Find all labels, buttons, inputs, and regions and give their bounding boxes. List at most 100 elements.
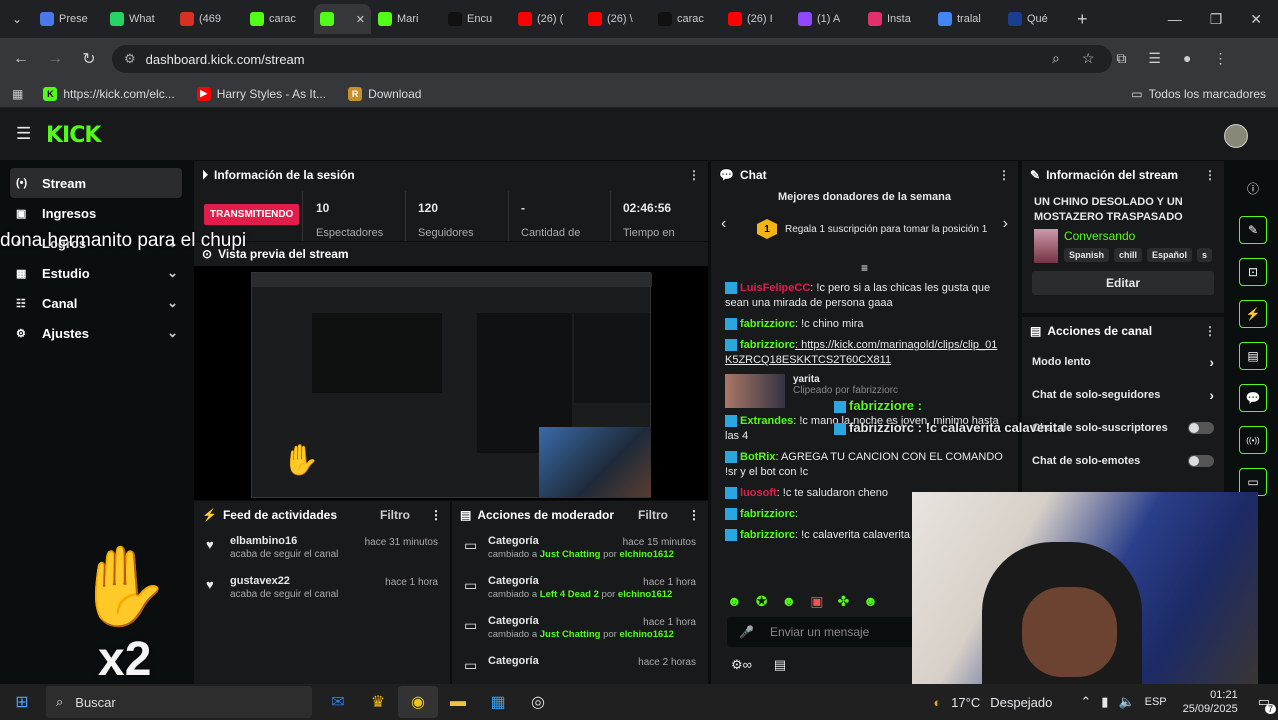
detail-user[interactable]: elchino1612 (618, 589, 672, 600)
browser-tab[interactable]: Encu (442, 4, 511, 34)
outlook-icon[interactable]: ✉ (318, 686, 358, 718)
tag-chip[interactable]: Español (1146, 248, 1192, 262)
emote-icon[interactable]: ☻ (727, 593, 742, 610)
more-icon[interactable]: ⋮ (1204, 324, 1216, 338)
detail-category[interactable]: Left 4 Dead 2 (540, 589, 599, 600)
store-icon[interactable]: ▦ (478, 686, 518, 718)
chat-username[interactable]: LuisFelipeCC (740, 282, 810, 294)
browser-tab[interactable]: What (104, 4, 173, 34)
browser-tab[interactable]: Prese (34, 4, 103, 34)
apps-icon[interactable]: ▦ (12, 87, 23, 101)
close-window-button[interactable]: ✕ (1250, 11, 1262, 28)
detail-category[interactable]: Just Chatting (540, 629, 601, 640)
browser-tab[interactable]: carac (652, 4, 721, 34)
battery-icon[interactable]: ▮ (1101, 694, 1108, 710)
weather-text[interactable]: Despejado (990, 695, 1052, 710)
profile-avatar-icon[interactable]: ● (1183, 50, 1191, 67)
all-bookmarks[interactable]: ▭ Todos los marcadores (1131, 87, 1266, 101)
more-icon[interactable]: ⋮ (688, 508, 700, 522)
trophy-icon[interactable]: ♛ (358, 686, 398, 718)
reload-button[interactable]: ↻ (72, 49, 106, 69)
tab-search-button[interactable]: ⌄ (0, 12, 34, 26)
toggle-switch[interactable] (1188, 454, 1214, 467)
emote-icon[interactable]: ✤ (837, 593, 849, 610)
chat-username[interactable]: Extrandes (740, 415, 793, 427)
chat-username[interactable]: luosoft (740, 487, 777, 499)
language-indicator[interactable]: ESP (1145, 696, 1167, 708)
hamburger-icon[interactable]: ☰ (16, 124, 31, 144)
more-icon[interactable]: ⋮ (998, 168, 1010, 182)
chat-username[interactable]: fabrizziorc (740, 339, 795, 351)
donors-prev-icon[interactable]: ‹ (721, 215, 726, 233)
detail-user[interactable]: elchino1612 (619, 629, 673, 640)
more-icon[interactable]: ⋮ (430, 508, 442, 522)
zoom-icon[interactable]: ⌕ (1052, 50, 1060, 67)
bolt-icon[interactable]: ⚡ (1239, 300, 1267, 328)
more-icon[interactable]: ⋮ (688, 168, 700, 182)
chat-username[interactable]: fabrizziorc (740, 318, 795, 330)
gift-icon[interactable]: ▤ (774, 657, 786, 673)
file-explorer-icon[interactable]: ▬ (438, 686, 478, 718)
forward-button[interactable]: → (38, 50, 72, 68)
chrome-icon[interactable]: ◉ (398, 686, 438, 718)
extensions-icon[interactable]: ⧉ (1116, 50, 1126, 67)
bookmark-kick[interactable]: Khttps://kick.com/elc... (43, 86, 175, 101)
obs-icon[interactable]: ◎ (518, 686, 558, 718)
maximize-button[interactable]: ❐ (1210, 11, 1223, 28)
start-button[interactable]: ⊞ (2, 686, 42, 718)
emote-icon[interactable]: ✪ (756, 593, 768, 610)
bookmark-harry-styles[interactable]: ▶ Harry Styles - As It... (196, 86, 326, 101)
category-name[interactable]: Conversando (1064, 229, 1212, 243)
more-icon[interactable]: ⋮ (1204, 168, 1216, 182)
emote-icon[interactable]: ▣ (810, 593, 823, 610)
browser-tab[interactable]: (26) ( (512, 4, 581, 34)
emote-icon[interactable]: ☻ (781, 593, 796, 610)
edit-button[interactable]: Editar (1032, 271, 1214, 295)
browser-tab[interactable]: tralal (932, 4, 1001, 34)
browser-tab[interactable]: (1) A (792, 4, 861, 34)
user-avatar[interactable] (1224, 124, 1248, 148)
browser-tab[interactable]: carac (244, 4, 313, 34)
chat-scroll-icon[interactable]: ≡ (711, 261, 1018, 275)
kick-logo[interactable]: KICK (46, 123, 101, 148)
info-icon[interactable]: ⓘ (1239, 174, 1267, 202)
detail-user[interactable]: elchino1612 (619, 549, 673, 560)
note-icon[interactable]: ▤ (1239, 342, 1267, 370)
new-tab-button[interactable]: + (1077, 9, 1088, 30)
star-icon[interactable]: ☆ (1082, 50, 1095, 67)
browser-tab[interactable]: Qué (1002, 4, 1071, 34)
channel-action-item[interactable]: Modo lento › (1022, 345, 1224, 378)
mod-filter-button[interactable]: Filtro (638, 508, 668, 522)
detail-category[interactable]: Just Chatting (540, 549, 601, 560)
site-info-icon[interactable]: ⚙ (124, 51, 136, 67)
temperature[interactable]: 17°C (951, 695, 980, 710)
menu-icon[interactable]: ⋮ (1213, 50, 1227, 67)
emote-icon[interactable]: ☻ (863, 593, 878, 610)
notifications-icon[interactable]: ▭ 7 (1258, 694, 1276, 714)
clock[interactable]: 01:21 25/09/2025 (1183, 688, 1238, 716)
tag-chip[interactable]: chill (1113, 248, 1142, 262)
tray-chevron-icon[interactable]: ⌃ (1080, 694, 1091, 710)
tab-close-icon[interactable]: ✕ (356, 13, 365, 26)
browser-tab[interactable]: Mari (372, 4, 441, 34)
volume-icon[interactable]: 🔈 (1118, 694, 1134, 710)
back-button[interactable]: ← (4, 50, 38, 68)
bookmark-download[interactable]: R Download (348, 86, 421, 101)
browser-tab[interactable]: Insta (862, 4, 931, 34)
sidebar-item-canal[interactable]: ☷ Canal ⌄ (10, 288, 182, 318)
broadcast-icon[interactable]: ((•)) (1239, 426, 1267, 454)
settings-icon[interactable]: ⚙∞ (731, 657, 752, 673)
url-bar[interactable]: ⚙ dashboard.kick.com/stream (112, 45, 1112, 73)
minimize-button[interactable]: — (1168, 11, 1182, 28)
sidebar-item-ajustes[interactable]: ⚙ Ajustes ⌄ (10, 318, 182, 348)
feed-filter-button[interactable]: Filtro (380, 508, 410, 522)
chat-username[interactable]: fabrizziorc (740, 508, 795, 520)
chat-username[interactable]: fabrizziorc (740, 529, 795, 541)
browser-tab[interactable]: ✕ (314, 4, 371, 34)
stream-preview-video[interactable]: ✋ (251, 272, 652, 498)
media-icon[interactable]: ☰ (1148, 50, 1161, 67)
toggle-switch[interactable] (1188, 421, 1214, 434)
mic-icon[interactable]: 🎤 (739, 625, 754, 639)
tag-chip[interactable]: s (1196, 248, 1212, 262)
channel-action-item[interactable]: Chat de solo-emotes (1022, 444, 1224, 477)
